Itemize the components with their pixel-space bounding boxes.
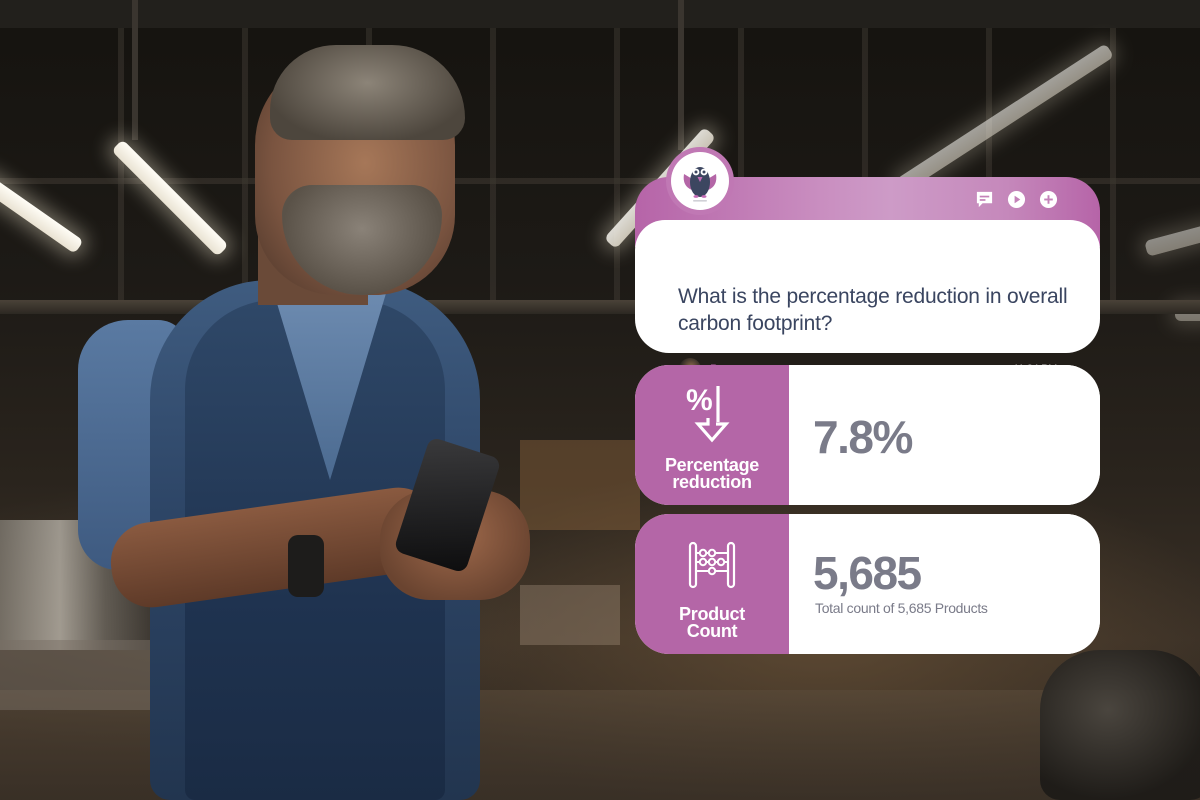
chat-bubble-icon[interactable]: [975, 190, 994, 209]
metric-label: Product Count: [679, 605, 745, 641]
metric-label-panel: Product Count: [635, 514, 789, 654]
abacus-icon: [688, 541, 736, 589]
header-actions: [975, 190, 1058, 209]
owl-mascot-icon: [683, 167, 717, 202]
chat-card-body: What is the percentage reduction in over…: [635, 220, 1100, 380]
plus-icon[interactable]: [1039, 190, 1058, 209]
metric-subtext: Total count of 5,685 Products: [815, 600, 988, 616]
metric-label-line2: reduction: [672, 472, 752, 492]
metric-label-panel: % Percentage reduction: [635, 365, 789, 505]
percentage-reduction-card: % Percentage reduction 7.8%: [635, 365, 1100, 505]
metric-label-line2: Count: [686, 621, 738, 641]
metric-value: 5,685: [813, 547, 922, 599]
metric-value-panel: 5,685 Total count of 5,685 Products: [789, 514, 1100, 654]
man-hair: [270, 45, 465, 140]
lamp-rod: [678, 0, 684, 150]
wristwatch: [288, 535, 324, 597]
metric-value-panel: 7.8%: [789, 365, 1100, 505]
metric-label: Percentage reduction: [665, 456, 759, 492]
play-icon[interactable]: [1007, 190, 1026, 209]
percent-down-arrow-icon: %: [686, 384, 730, 443]
chat-question-card: What is the percentage reduction in over…: [635, 147, 1100, 380]
svg-text:%: %: [686, 384, 713, 417]
man-with-phone: [0, 0, 620, 800]
bot-avatar[interactable]: [671, 152, 729, 210]
metric-value: 7.8%: [813, 411, 913, 463]
product-count-card: Product Count 5,685 Total count of 5,685…: [635, 514, 1100, 654]
question-text: What is the percentage reduction in over…: [678, 285, 1068, 335]
office-chair: [1040, 650, 1200, 800]
